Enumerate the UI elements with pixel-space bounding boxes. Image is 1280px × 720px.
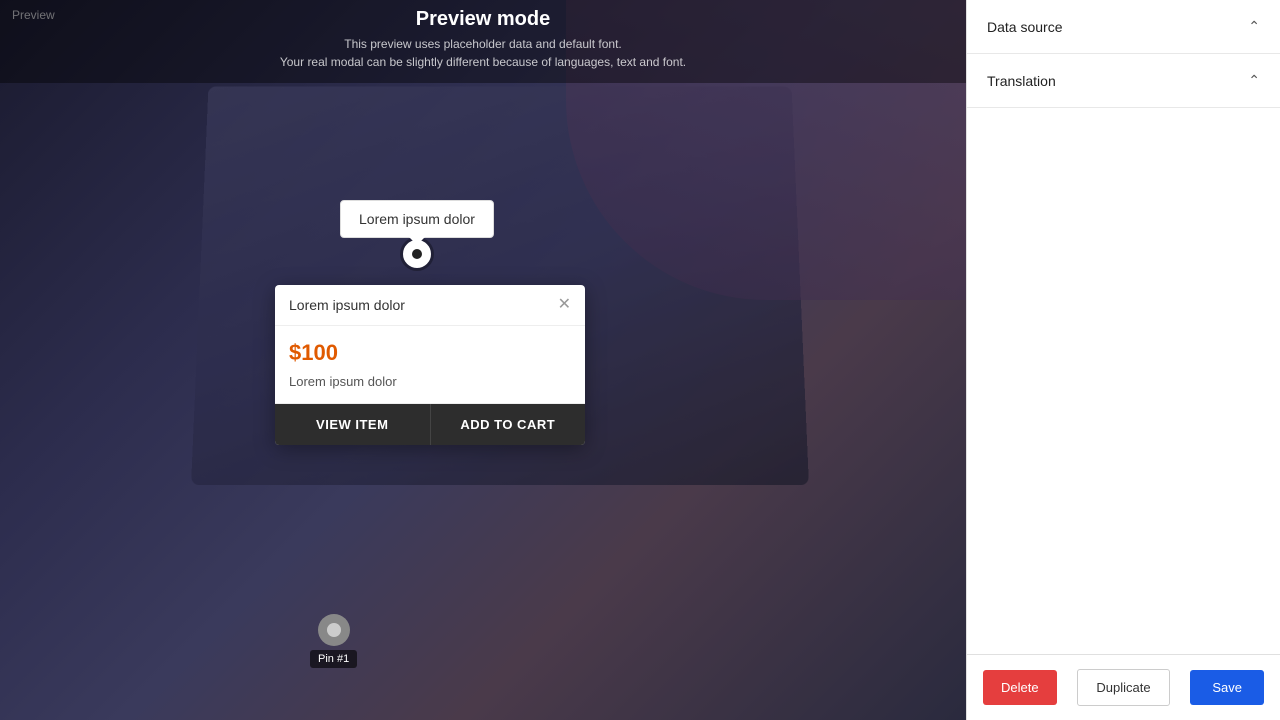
preview-area: Preview Preview mode This preview uses p… <box>0 0 966 720</box>
panel-footer: Delete Duplicate Save <box>967 654 1280 720</box>
modal-footer: VIEW ITEM ADD TO CART <box>275 403 585 445</box>
hotspot-inner <box>412 249 422 259</box>
tooltip-bubble: Lorem ipsum dolor <box>340 200 494 238</box>
save-button[interactable]: Save <box>1190 670 1264 705</box>
preview-banner: Preview mode This preview uses placehold… <box>0 0 966 83</box>
data-source-chevron-icon: ⌃ <box>1248 18 1260 35</box>
modal-body: $100 Lorem ipsum dolor <box>275 326 585 403</box>
modal-header-title: Lorem ipsum dolor <box>289 297 405 313</box>
tooltip-container: Lorem ipsum dolor <box>340 200 494 268</box>
modal-description: Lorem ipsum dolor <box>289 374 571 389</box>
tooltip-text: Lorem ipsum dolor <box>359 211 475 227</box>
add-to-cart-button[interactable]: ADD TO CART <box>431 404 586 445</box>
data-source-title: Data source <box>987 19 1062 35</box>
pin-container[interactable]: Pin #1 <box>310 614 357 668</box>
data-source-header[interactable]: Data source ⌃ <box>967 0 1280 53</box>
preview-banner-line2: Your real modal can be slightly differen… <box>20 53 946 71</box>
pin-avatar-shape <box>327 623 341 637</box>
preview-mode-title: Preview mode <box>20 8 946 31</box>
modal-close-icon[interactable]: ✕ <box>558 297 571 313</box>
view-item-button[interactable]: VIEW ITEM <box>275 404 431 445</box>
modal-header: Lorem ipsum dolor ✕ <box>275 285 585 326</box>
panel-spacer <box>967 108 1280 654</box>
translation-section: Translation ⌃ <box>967 54 1280 108</box>
delete-button[interactable]: Delete <box>983 670 1057 705</box>
translation-header[interactable]: Translation ⌃ <box>967 54 1280 107</box>
modal-price: $100 <box>289 340 571 366</box>
pin-label: Pin #1 <box>310 650 357 668</box>
pin-avatar <box>318 614 350 646</box>
duplicate-button[interactable]: Duplicate <box>1077 669 1169 706</box>
modal-popup: Lorem ipsum dolor ✕ $100 Lorem ipsum dol… <box>275 285 585 445</box>
data-source-section: Data source ⌃ <box>967 0 1280 54</box>
preview-banner-line1: This preview uses placeholder data and d… <box>20 35 946 53</box>
right-panel: Data source ⌃ Translation ⌃ Delete Dupli… <box>966 0 1280 720</box>
translation-chevron-icon: ⌃ <box>1248 72 1260 89</box>
translation-title: Translation <box>987 73 1056 89</box>
